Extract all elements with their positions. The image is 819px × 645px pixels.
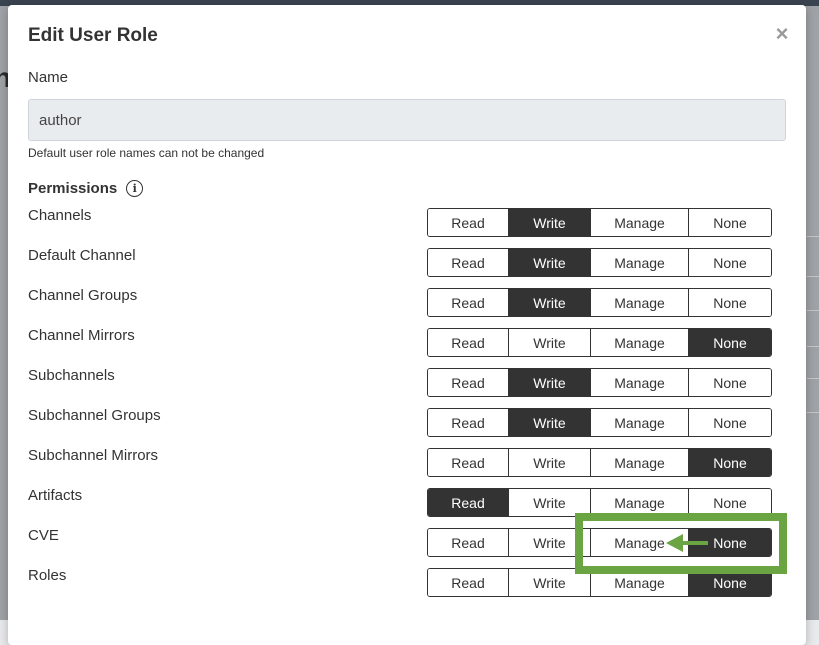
permission-option-none-button[interactable]: None (688, 369, 771, 396)
permission-row: Channel Mirrors Read Write Manage None (28, 325, 773, 357)
background-row-divider (807, 236, 819, 237)
permission-row: Subchannel Groups Read Write Manage None (28, 405, 773, 437)
permission-option-manage-button[interactable]: Manage (590, 369, 688, 396)
permission-level-toggle: Read Write Manage None (427, 208, 772, 237)
permission-option-write-button[interactable]: Write (508, 529, 590, 556)
permission-label: Subchannel Groups (28, 407, 161, 424)
permission-row: Artifacts Read Write Manage None (28, 485, 773, 517)
permission-option-none-button[interactable]: None (688, 289, 771, 316)
permission-level-toggle: Read Write Manage None (427, 368, 772, 397)
name-helper-text: Default user role names can not be chang… (28, 146, 265, 160)
permission-option-read-button[interactable]: Read (428, 249, 508, 276)
permission-level-toggle: Read Write Manage None (427, 568, 772, 597)
name-label: Name (28, 69, 69, 86)
dialog-title: Edit User Role (28, 25, 158, 46)
permission-level-toggle: Read Write Manage None (427, 528, 772, 557)
background-row-divider (807, 412, 819, 413)
permission-option-read-button[interactable]: Read (428, 569, 508, 596)
permission-level-toggle: Read Write Manage None (427, 288, 772, 317)
permission-option-read-button[interactable]: Read (428, 289, 508, 316)
permission-option-write-button[interactable]: Write (508, 329, 590, 356)
permission-level-toggle: Read Write Manage None (427, 408, 772, 437)
permission-option-manage-button[interactable]: Manage (590, 209, 688, 236)
permission-label: Channels (28, 207, 92, 224)
permission-row: Default Channel Read Write Manage None (28, 245, 773, 277)
permission-option-none-button[interactable]: None (688, 409, 771, 436)
permission-option-manage-button[interactable]: Manage (590, 529, 688, 556)
permission-row: Channels Read Write Manage None (28, 205, 773, 237)
background-row-divider (807, 310, 819, 311)
permission-option-read-button[interactable]: Read (428, 529, 508, 556)
permission-option-read-button[interactable]: Read (428, 209, 508, 236)
permission-option-none-button[interactable]: None (688, 529, 771, 556)
permission-label: Subchannels (28, 367, 115, 384)
permissions-heading: Permissions i (28, 180, 144, 197)
close-icon[interactable]: × (772, 23, 792, 45)
edit-user-role-dialog: Edit User Role × Name Default user role … (8, 5, 806, 645)
permission-label: Artifacts (28, 487, 83, 504)
permission-option-write-button[interactable]: Write (508, 489, 590, 516)
permission-option-read-button[interactable]: Read (428, 369, 508, 396)
permission-option-write-button[interactable]: Write (508, 569, 590, 596)
permission-level-toggle: Read Write Manage None (427, 328, 772, 357)
permission-label: Subchannel Mirrors (28, 447, 159, 464)
permission-option-manage-button[interactable]: Manage (590, 249, 688, 276)
background-row-divider (807, 378, 819, 379)
permission-option-none-button[interactable]: None (688, 489, 771, 516)
background-row-divider (807, 346, 819, 347)
permission-option-manage-button[interactable]: Manage (590, 569, 688, 596)
permission-option-none-button[interactable]: None (688, 569, 771, 596)
permission-option-write-button[interactable]: Write (508, 209, 590, 236)
background-row-divider (807, 276, 819, 277)
permission-label: Channel Groups (28, 287, 138, 304)
permission-option-write-button[interactable]: Write (508, 249, 590, 276)
permission-option-write-button[interactable]: Write (508, 409, 590, 436)
permission-option-none-button[interactable]: None (688, 209, 771, 236)
role-name-input[interactable] (28, 99, 786, 141)
permission-row: Roles Read Write Manage None (28, 565, 773, 597)
permission-option-manage-button[interactable]: Manage (590, 489, 688, 516)
permission-label: CVE (28, 527, 59, 544)
permission-option-write-button[interactable]: Write (508, 289, 590, 316)
permission-level-toggle: Read Write Manage None (427, 448, 772, 477)
permissions-heading-label: Permissions (28, 180, 118, 197)
permission-option-manage-button[interactable]: Manage (590, 289, 688, 316)
permission-option-none-button[interactable]: None (688, 449, 771, 476)
permission-option-none-button[interactable]: None (688, 249, 771, 276)
permission-option-read-button[interactable]: Read (428, 449, 508, 476)
permission-label: Default Channel (28, 247, 136, 264)
permission-label: Roles (28, 567, 67, 584)
permission-option-none-button[interactable]: None (688, 329, 771, 356)
permission-label: Channel Mirrors (28, 327, 135, 344)
permission-option-read-button[interactable]: Read (428, 489, 508, 516)
permission-level-toggle: Read Write Manage None (427, 488, 772, 517)
permission-option-manage-button[interactable]: Manage (590, 449, 688, 476)
permission-option-manage-button[interactable]: Manage (590, 409, 688, 436)
permission-level-toggle: Read Write Manage None (427, 248, 772, 277)
permission-option-manage-button[interactable]: Manage (590, 329, 688, 356)
info-icon[interactable]: i (126, 180, 144, 197)
permission-row: Channel Groups Read Write Manage None (28, 285, 773, 317)
permission-row: Subchannels Read Write Manage None (28, 365, 773, 397)
permission-row: Subchannel Mirrors Read Write Manage None (28, 445, 773, 477)
permission-option-write-button[interactable]: Write (508, 369, 590, 396)
permission-option-read-button[interactable]: Read (428, 329, 508, 356)
permission-option-write-button[interactable]: Write (508, 449, 590, 476)
permission-row: CVE Read Write Manage None (28, 525, 773, 557)
permission-option-read-button[interactable]: Read (428, 409, 508, 436)
